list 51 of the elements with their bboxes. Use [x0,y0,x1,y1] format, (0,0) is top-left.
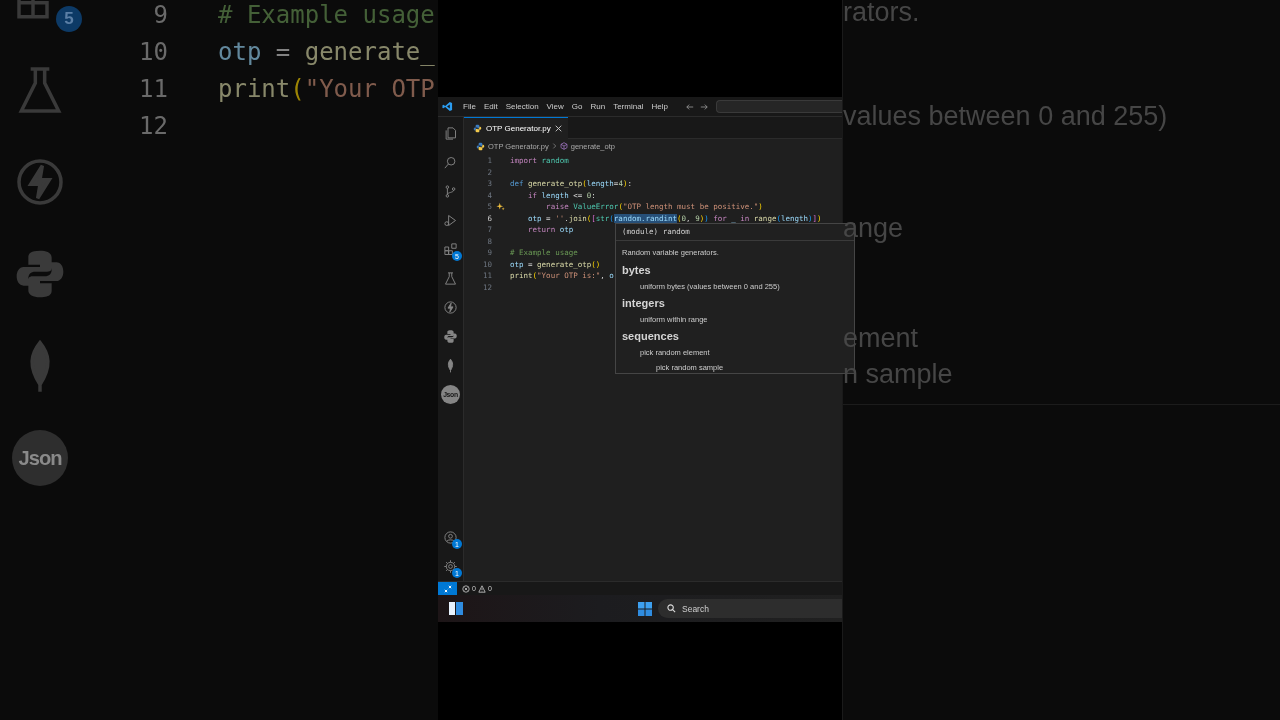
menu-item[interactable]: File [459,100,480,113]
search-icon [667,604,676,613]
line-number: 11 [138,74,168,105]
sparkle-icon[interactable] [495,202,505,212]
code-line: otp = generate_ [218,37,435,68]
code-line: print("Your OTP [218,74,435,105]
line-number: 9 [152,0,168,31]
python-file-icon [473,124,482,133]
warning-icon[interactable] [477,584,486,593]
branch-icon[interactable] [443,184,458,199]
extensions-icon[interactable] [443,242,458,257]
menu-item[interactable]: Go [567,100,587,113]
widgets-icon[interactable] [449,602,463,615]
remote-icon [443,584,452,593]
python-icon[interactable] [443,329,458,344]
menu-item[interactable]: Selection [501,100,543,113]
code-line: # Example usage [218,0,435,31]
chevron-icon [551,143,557,149]
editor-tab[interactable]: OTP Generator.py [464,117,568,139]
command-center-field[interactable] [715,100,842,113]
menu-item[interactable]: Edit [479,100,502,113]
close-icon[interactable] [554,125,562,132]
search-field[interactable]: Search [658,599,842,618]
line-number: 12 [138,111,168,142]
json-icon: Json [12,430,68,486]
hover-heading: integers [621,296,666,311]
windows-logo-icon[interactable] [638,601,652,616]
error-icon[interactable] [462,584,470,593]
settings-icon[interactable] [443,559,458,574]
flask-icon[interactable] [443,271,458,286]
vscode-logo-icon[interactable] [442,101,453,112]
bolt-icon[interactable] [443,300,458,315]
menu-item[interactable]: Help [647,100,672,113]
remote-button[interactable] [438,582,457,595]
hover-heading: bytes [621,263,652,278]
menu-item[interactable]: Run [586,100,610,113]
forward-arrow-icon[interactable] [699,102,708,111]
files-icon[interactable] [443,126,458,141]
hover-text: values between 0 and 255) [843,100,1168,132]
notification-badge: 5 [56,6,82,32]
play-icon[interactable] [443,213,458,228]
menu-item[interactable]: Terminal [609,100,648,113]
back-arrow-icon[interactable] [685,102,694,111]
line-number: 10 [138,37,168,68]
hover-text: rators. [843,0,920,28]
hover-text: ement [843,322,919,354]
python-file-icon [476,141,485,151]
menu-item[interactable]: View [542,100,568,113]
cube-icon [559,142,568,150]
account-icon[interactable] [443,530,458,545]
search-icon[interactable] [443,155,458,170]
